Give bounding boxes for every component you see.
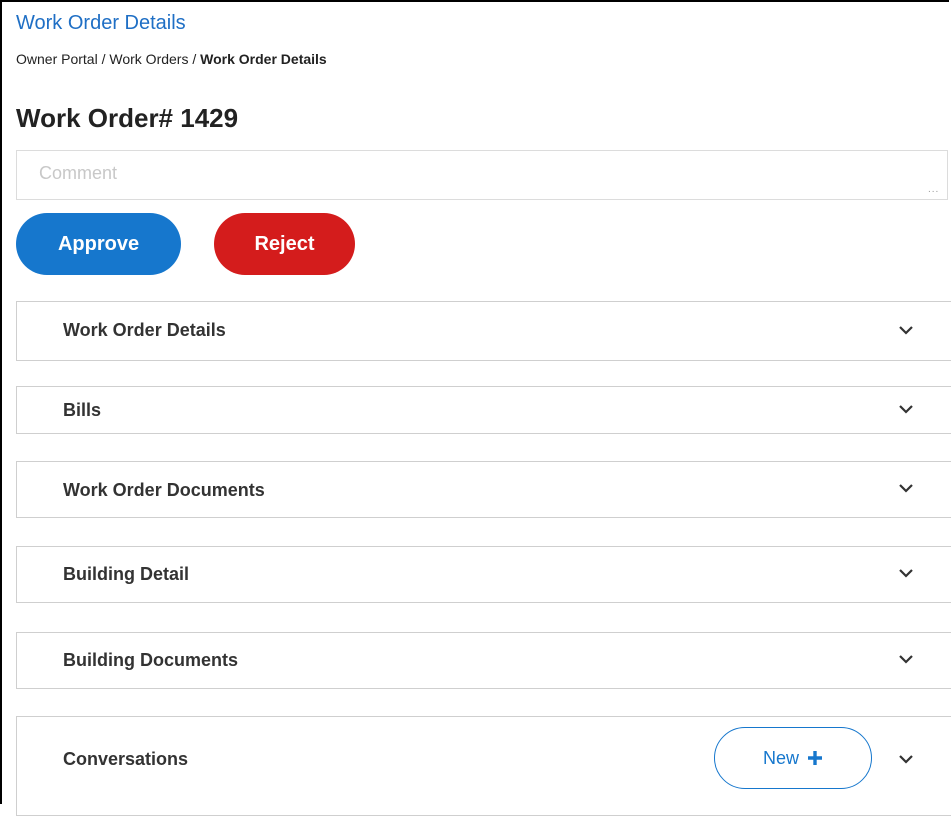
panel-building-detail[interactable]: Building Detail bbox=[16, 546, 951, 603]
panel-work-order-details[interactable]: Work Order Details bbox=[16, 301, 951, 361]
approve-button[interactable]: Approve bbox=[16, 213, 181, 275]
panel-label: Building Documents bbox=[63, 650, 238, 670]
panel-label: Bills bbox=[63, 400, 102, 420]
breadcrumb-work-orders[interactable]: Work Orders bbox=[109, 51, 188, 67]
panel-conversations[interactable]: Conversations New bbox=[16, 716, 951, 816]
chevron-down-icon[interactable] bbox=[897, 567, 915, 579]
new-button-label: New bbox=[762, 747, 799, 768]
breadcrumb-current: Work Order Details bbox=[200, 51, 327, 67]
panel-label: Work Order Details bbox=[63, 320, 226, 340]
chevron-down-icon[interactable] bbox=[897, 753, 915, 765]
breadcrumb-separator: / bbox=[188, 51, 201, 67]
page-heading: Work Order Details bbox=[16, 12, 186, 34]
panel-label: Work Order Documents bbox=[63, 480, 265, 500]
panel-label: Conversations bbox=[63, 749, 189, 769]
chevron-down-icon[interactable] bbox=[897, 482, 915, 494]
breadcrumb: Owner Portal / Work Orders / Work Order … bbox=[16, 51, 327, 67]
reject-button[interactable]: Reject bbox=[214, 213, 355, 275]
comment-field[interactable] bbox=[16, 150, 948, 200]
panel-work-order-documents[interactable]: Work Order Documents bbox=[16, 461, 951, 518]
new-conversation-button[interactable]: New bbox=[714, 727, 872, 789]
resize-handle[interactable]: ... bbox=[928, 184, 939, 195]
chevron-down-icon[interactable] bbox=[897, 403, 915, 415]
chevron-down-icon[interactable] bbox=[897, 324, 915, 336]
panel-label: Building Detail bbox=[63, 564, 189, 584]
panel-building-documents[interactable]: Building Documents bbox=[16, 632, 951, 689]
plus-icon bbox=[808, 751, 822, 765]
work-order-title: Work Order# 1429 bbox=[16, 103, 239, 133]
breadcrumb-separator: / bbox=[97, 51, 110, 67]
chevron-down-icon[interactable] bbox=[897, 653, 915, 665]
panel-bills[interactable]: Bills bbox=[16, 386, 951, 434]
breadcrumb-owner-portal[interactable]: Owner Portal bbox=[16, 51, 98, 67]
